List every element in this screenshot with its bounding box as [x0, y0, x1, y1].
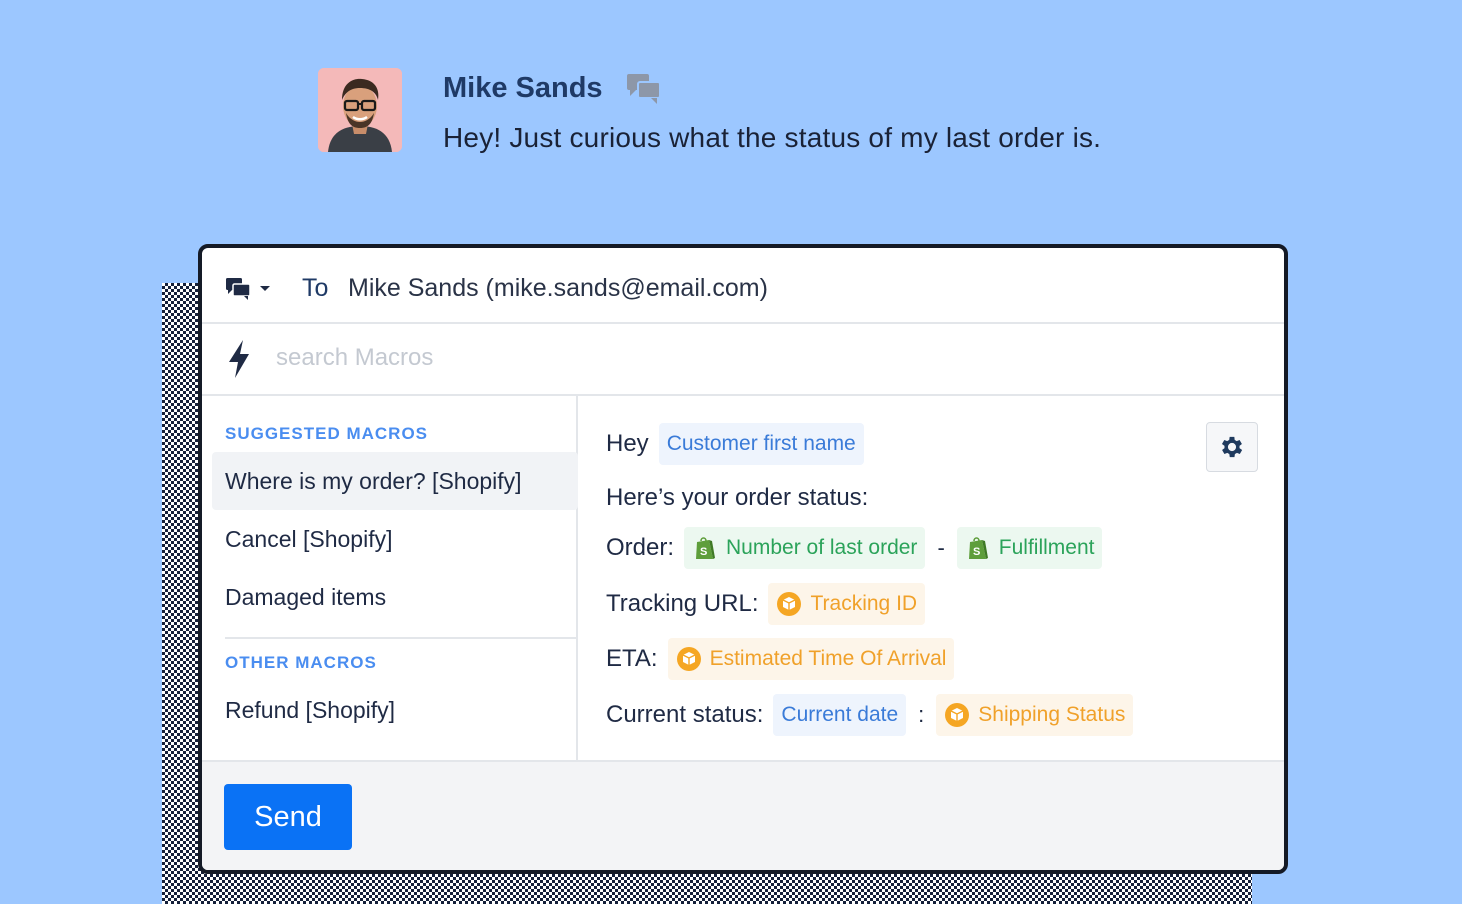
- eta-line: ETA: Estimated Time Of Arrival: [606, 638, 955, 680]
- fulfillment-variable[interactable]: S Fulfillment: [956, 527, 1103, 569]
- shipping-status-variable[interactable]: Shipping Status: [936, 694, 1134, 736]
- shopify-bag-icon: S: [696, 537, 716, 559]
- customer-first-name-variable[interactable]: Customer first name: [658, 423, 864, 465]
- send-button[interactable]: Send: [224, 784, 352, 850]
- chat-bubbles-icon: [626, 72, 662, 106]
- reply-composer: To Mike Sands (mike.sands@email.com) SUG…: [198, 244, 1288, 874]
- avatar: [318, 68, 402, 152]
- lightning-icon: [226, 339, 252, 379]
- composer-footer: Send: [202, 760, 1284, 870]
- macro-item-refund[interactable]: Refund [Shopify]: [212, 681, 578, 739]
- gear-icon: [1221, 436, 1243, 458]
- eta-label: ETA:: [606, 645, 658, 672]
- other-macros-heading: OTHER MACROS: [225, 653, 377, 672]
- sender-name: Mike Sands: [443, 72, 603, 104]
- macro-item-cancel[interactable]: Cancel [Shopify]: [212, 510, 578, 568]
- shipping-box-icon: [777, 592, 802, 616]
- number-of-last-order-variable[interactable]: S Number of last order: [684, 527, 926, 569]
- current-date-variable[interactable]: Current date: [773, 694, 907, 736]
- shipping-box-icon: [676, 647, 701, 671]
- svg-text:S: S: [700, 546, 707, 558]
- tracking-line: Tracking URL: Tracking ID: [606, 583, 926, 625]
- recipient-row: To Mike Sands (mike.sands@email.com): [202, 248, 1284, 324]
- macro-preview: Hey Customer first name Here’s your orde…: [580, 396, 1284, 760]
- svg-text:S: S: [973, 546, 980, 558]
- variable-label: Current date: [781, 703, 899, 726]
- status-separator: :: [918, 702, 925, 727]
- variable-label: Tracking ID: [810, 592, 918, 615]
- shopify-bag-icon: S: [968, 537, 988, 559]
- order-line: Order: S Number of last order - S Fulfil…: [606, 527, 1103, 569]
- tracking-label: Tracking URL:: [606, 590, 759, 617]
- variable-label: Customer first name: [666, 432, 856, 455]
- tracking-id-variable[interactable]: Tracking ID: [768, 583, 926, 625]
- order-label: Order:: [606, 534, 675, 561]
- variable-label: Estimated Time Of Arrival: [709, 647, 947, 670]
- chat-icon[interactable]: [226, 278, 251, 300]
- estimated-time-of-arrival-variable[interactable]: Estimated Time Of Arrival: [667, 638, 955, 680]
- current-status-line: Current status: Current date : Shipping …: [606, 694, 1134, 736]
- order-separator: -: [937, 535, 945, 560]
- greeting-text: Hey: [606, 430, 649, 457]
- status-intro-text: Here’s your order status:: [606, 484, 869, 511]
- message-text: Hey! Just curious what the status of my …: [443, 122, 1102, 153]
- macro-search-row: [202, 324, 1284, 396]
- greeting-line: Hey Customer first name: [606, 423, 864, 465]
- section-divider: [225, 637, 578, 639]
- incoming-message: Mike Sands Hey! Just curious what the st…: [318, 68, 1218, 158]
- macro-list: SUGGESTED MACROS Where is my order? [Sho…: [202, 396, 578, 760]
- macro-search-input[interactable]: [276, 340, 1076, 376]
- current-status-label: Current status:: [606, 701, 764, 728]
- variable-label: Fulfillment: [998, 536, 1095, 559]
- macro-item-where-is-my-order[interactable]: Where is my order? [Shopify]: [212, 452, 578, 510]
- suggested-macros-heading: SUGGESTED MACROS: [225, 424, 429, 443]
- shipping-box-icon: [945, 703, 970, 727]
- recipient-value[interactable]: Mike Sands (mike.sands@email.com): [348, 274, 768, 303]
- status-intro-line: Here’s your order status:: [606, 482, 868, 514]
- chevron-down-icon[interactable]: [260, 286, 270, 291]
- to-label: To: [302, 274, 329, 302]
- variable-label: Number of last order: [726, 536, 918, 559]
- macro-item-damaged-items[interactable]: Damaged items: [212, 568, 578, 626]
- variable-label: Shipping Status: [978, 703, 1126, 726]
- settings-button[interactable]: [1206, 422, 1258, 472]
